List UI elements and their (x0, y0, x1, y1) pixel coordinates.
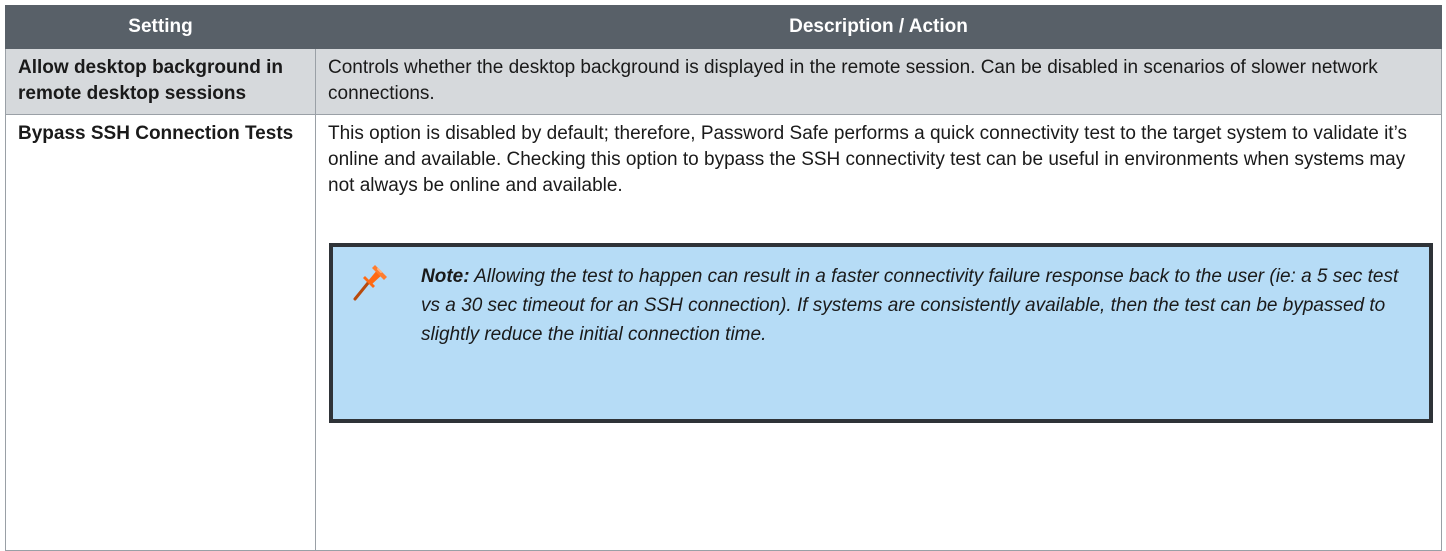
note-label: Note: (421, 266, 470, 287)
note-text: Allowing the test to happen can result i… (421, 266, 1399, 345)
setting-description-bypass-ssh: This option is disabled by default; ther… (315, 114, 1442, 551)
description-text: This option is disabled by default; ther… (328, 123, 1407, 196)
header-setting: Setting (5, 5, 316, 49)
table-row: Allow desktop background in remote deskt… (5, 48, 1442, 115)
description-text: Controls whether the desktop background … (328, 57, 1378, 104)
note-callout: Note: Allowing the test to happen can re… (329, 243, 1433, 423)
table-header-row: Setting Description / Action (5, 5, 1442, 49)
setting-name-bypass-ssh: Bypass SSH Connection Tests (5, 114, 316, 551)
pushpin-icon (351, 261, 391, 301)
settings-table: Setting Description / Action Allow deskt… (5, 5, 1442, 551)
header-description: Description / Action (315, 5, 1442, 49)
table-row: Bypass SSH Connection Tests This option … (5, 114, 1442, 551)
setting-name-desktop-background: Allow desktop background in remote deskt… (5, 48, 316, 115)
setting-description-desktop-background: Controls whether the desktop background … (315, 48, 1442, 115)
